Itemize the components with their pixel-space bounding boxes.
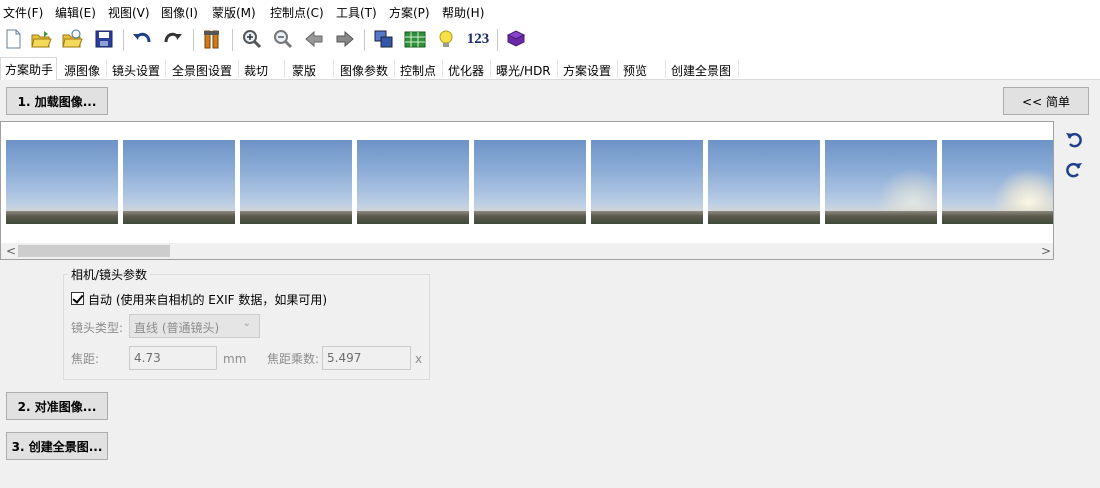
menu-project[interactable]: 方案(P) (389, 4, 430, 21)
menu-bar: 文件(F) 编辑(E) 视图(V) 图像(I) 蒙版(M) 控制点(C) 工具(… (0, 0, 1100, 23)
menu-edit[interactable]: 编辑(E) (55, 4, 96, 21)
undo-icon[interactable] (130, 27, 154, 51)
forward-arrow-icon[interactable] (333, 27, 357, 51)
image-thumbnail[interactable] (357, 140, 469, 224)
lens-type-value: 直线 (普通镜头) (134, 321, 220, 335)
crop-factor-unit: x (415, 352, 423, 366)
scrollbar-thumb[interactable] (18, 245, 170, 257)
tab-bar: 方案助手 源图像 镜头设置 全景图设置 裁切 蒙版 图像参数 控制点 优化器 曝… (0, 57, 1100, 81)
crop-factor-label: 焦距乘数: (267, 352, 320, 366)
tools-icon[interactable] (200, 27, 224, 51)
tab-project-settings[interactable]: 方案设置 (563, 59, 611, 80)
menu-control-points[interactable]: 控制点(C) (270, 4, 324, 21)
book-icon[interactable] (504, 27, 528, 51)
focal-length-input[interactable]: 4.73 (129, 346, 217, 370)
lens-type-label: 镜头类型: (71, 321, 124, 335)
image-thumbnail[interactable] (708, 140, 820, 224)
tab-image-parameters[interactable]: 图像参数 (340, 59, 388, 80)
save-disk-icon[interactable] (92, 27, 116, 51)
menu-file[interactable]: 文件(F) (3, 4, 43, 21)
scroll-left-arrow[interactable]: < (6, 244, 16, 258)
numbers-icon[interactable]: 123 (464, 27, 492, 51)
image-thumbnail[interactable] (123, 140, 235, 224)
tab-exposure-hdr[interactable]: 曝光/HDR (496, 59, 551, 80)
menu-help[interactable]: 帮助(H) (442, 4, 484, 21)
redo-icon[interactable] (161, 27, 185, 51)
tab-optimizer[interactable]: 优化器 (448, 59, 484, 80)
assistant-panel: 1. 加载图像... << 简单 < > 相机/镜头参数 自动 (使用来自相机的… (0, 80, 1100, 488)
rotate-right-icon[interactable] (1064, 160, 1084, 180)
tab-crop[interactable]: 裁切 (244, 59, 268, 80)
camera-lens-group-title: 相机/镜头参数 (68, 266, 151, 283)
numbers-label: 123 (466, 30, 490, 47)
lightbulb-icon[interactable] (434, 27, 458, 51)
crop-factor-input[interactable]: 5.497 (322, 346, 411, 370)
menu-image[interactable]: 图像(I) (161, 4, 198, 21)
back-arrow-icon[interactable] (302, 27, 326, 51)
align-images-button[interactable]: 2. 对准图像... (6, 392, 108, 420)
focal-length-unit: mm (223, 352, 247, 366)
auto-exif-label: 自动 (使用来自相机的 EXIF 数据，如果可用) (88, 293, 328, 307)
panorama-preview-icon[interactable] (372, 27, 396, 51)
lens-type-select[interactable]: 直线 (普通镜头) ⌄ (129, 314, 260, 338)
image-thumbnail[interactable] (942, 140, 1053, 224)
tab-mask[interactable]: 蒙版 (292, 59, 316, 80)
open-recent-icon[interactable] (60, 27, 84, 51)
load-images-button[interactable]: 1. 加载图像... (6, 87, 108, 115)
menu-tools[interactable]: 工具(T) (336, 4, 377, 21)
horizontal-scrollbar[interactable]: < > (1, 243, 1053, 259)
image-thumbnail[interactable] (6, 140, 118, 224)
image-thumbnail[interactable] (591, 140, 703, 224)
zoom-in-icon[interactable] (240, 27, 264, 51)
simple-mode-button[interactable]: << 简单 (1003, 87, 1089, 115)
toolbar: 123 (0, 23, 1100, 56)
focal-length-label: 焦距: (71, 352, 100, 366)
menu-view[interactable]: 视图(V) (108, 4, 150, 21)
chevron-down-icon: ⌄ (242, 318, 251, 329)
image-thumbnail[interactable] (474, 140, 586, 224)
scroll-right-arrow[interactable]: > (1041, 244, 1051, 258)
open-folder-icon[interactable] (29, 27, 53, 51)
new-document-icon[interactable] (1, 27, 25, 51)
tab-panorama-settings[interactable]: 全景图设置 (172, 59, 232, 80)
tab-assistant[interactable]: 方案助手 (0, 57, 57, 81)
table-grid-icon[interactable] (403, 27, 427, 51)
tab-source-images[interactable]: 源图像 (64, 59, 100, 80)
tab-lens-settings[interactable]: 镜头设置 (112, 59, 160, 80)
image-thumbnail[interactable] (240, 140, 352, 224)
tab-preview[interactable]: 预览 (623, 59, 647, 80)
zoom-out-icon[interactable] (271, 27, 295, 51)
auto-exif-checkbox[interactable] (71, 292, 84, 305)
image-strip: < > (0, 121, 1054, 260)
image-thumbnail[interactable] (825, 140, 937, 224)
tab-create-panorama[interactable]: 创建全景图 (671, 59, 731, 80)
tab-control-points[interactable]: 控制点 (400, 59, 436, 80)
menu-mask[interactable]: 蒙版(M) (212, 4, 256, 21)
rotate-left-icon[interactable] (1064, 130, 1084, 150)
create-panorama-button[interactable]: 3. 创建全景图... (6, 432, 108, 460)
